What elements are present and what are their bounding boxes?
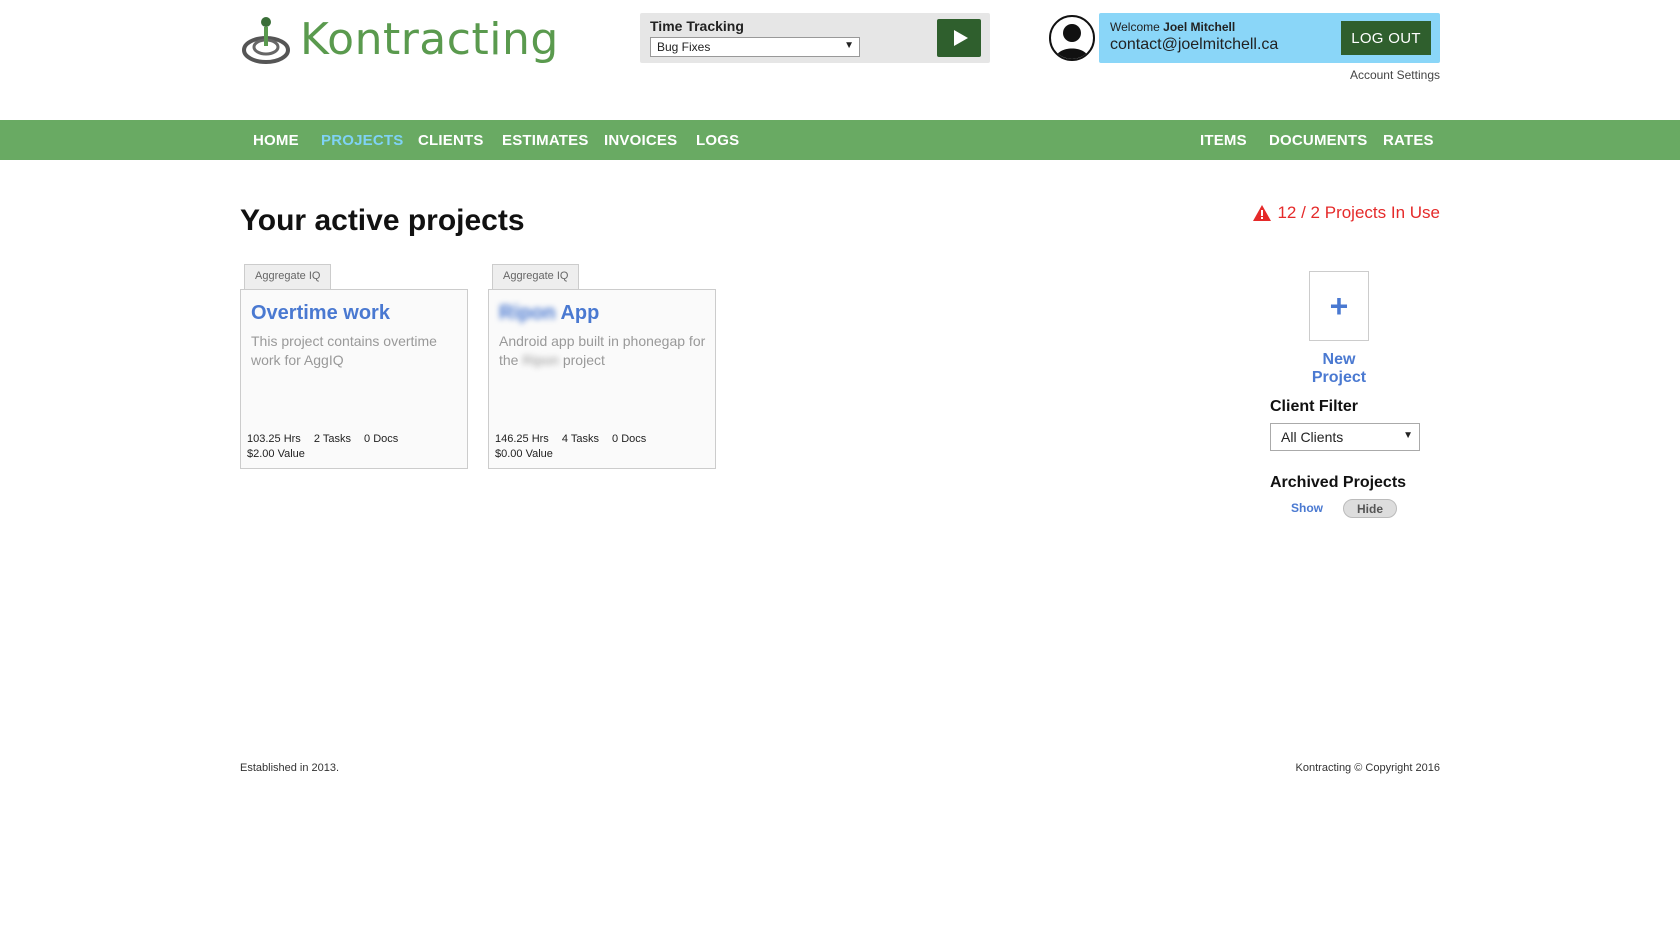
archived-projects-label: Archived Projects bbox=[1270, 474, 1407, 491]
project-title-blurred: Ripon bbox=[499, 302, 556, 324]
project-card-body[interactable]: Ripon App Android app built in phonegap … bbox=[488, 289, 716, 469]
project-description: This project contains overtime work for … bbox=[251, 333, 437, 368]
project-card-body[interactable]: Overtime work This project contains over… bbox=[240, 289, 468, 469]
time-tracking-label: Time Tracking bbox=[650, 18, 744, 34]
page-title: Your active projects bbox=[240, 204, 525, 237]
start-timer-button[interactable] bbox=[937, 19, 981, 57]
client-filter-select[interactable]: All Clients ▼ bbox=[1270, 423, 1420, 451]
project-docs: 0 Docs bbox=[364, 433, 399, 445]
client-filter-label: Client Filter bbox=[1270, 398, 1359, 415]
time-tracking-task-select[interactable]: Bug Fixes ▼ bbox=[650, 37, 860, 57]
chevron-down-icon: ▼ bbox=[1403, 430, 1413, 441]
welcome-text: Welcome Joel Mitchell bbox=[1110, 20, 1236, 34]
logo-text: Kontracting bbox=[300, 14, 559, 65]
project-usage-warning: 12 / 2 Projects In Use bbox=[1253, 203, 1440, 223]
warning-icon bbox=[1253, 205, 1272, 221]
project-hours: 103.25 Hrs bbox=[247, 433, 301, 445]
usage-warning-text: 12 / 2 Projects In Use bbox=[1277, 203, 1440, 222]
time-tracking-task-value: Bug Fixes bbox=[657, 40, 711, 54]
nav-rates[interactable]: RATES bbox=[1383, 132, 1434, 149]
project-card[interactable]: Aggregate IQ Overtime work This project … bbox=[240, 264, 468, 469]
project-client-tab[interactable]: Aggregate IQ bbox=[244, 264, 332, 289]
project-client-tab[interactable]: Aggregate IQ bbox=[492, 264, 580, 289]
project-hours: 146.25 Hrs bbox=[495, 433, 549, 445]
project-tasks: 2 Tasks bbox=[313, 433, 351, 445]
account-settings-link[interactable]: Account Settings bbox=[1350, 68, 1440, 82]
footer-established: Established in 2013. bbox=[240, 762, 340, 774]
time-tracking-panel: Time Tracking Bug Fixes ▼ bbox=[640, 13, 990, 63]
new-project-link[interactable]: New Project bbox=[1299, 351, 1379, 387]
user-name: Joel Mitchell bbox=[1163, 20, 1236, 34]
new-project-button[interactable]: + bbox=[1309, 271, 1369, 341]
project-title[interactable]: Overtime work bbox=[251, 302, 390, 325]
nav-clients[interactable]: CLIENTS bbox=[418, 132, 484, 149]
archived-hide-toggle[interactable]: Hide bbox=[1343, 499, 1397, 518]
nav-documents[interactable]: DOCUMENTS bbox=[1269, 132, 1367, 149]
nav-estimates[interactable]: ESTIMATES bbox=[502, 132, 589, 149]
user-panel: Welcome Joel Mitchell contact@joelmitche… bbox=[1099, 13, 1440, 63]
plus-icon: + bbox=[1329, 288, 1349, 324]
logo-icon bbox=[240, 15, 292, 65]
play-icon bbox=[953, 30, 968, 46]
client-filter-value: All Clients bbox=[1281, 429, 1344, 445]
project-title-rest: App bbox=[560, 302, 600, 324]
logo[interactable]: Kontracting bbox=[240, 14, 559, 65]
footer-copyright: Kontracting © Copyright 2016 bbox=[1295, 762, 1440, 774]
project-title[interactable]: Ripon App bbox=[499, 302, 599, 325]
archived-show-toggle[interactable]: Show bbox=[1291, 501, 1323, 515]
description-blurred: Ripon bbox=[522, 352, 559, 368]
nav-projects[interactable]: PROJECTS bbox=[321, 132, 403, 149]
nav-logs[interactable]: LOGS bbox=[696, 132, 739, 149]
project-stats: 103.25 Hrs 2 Tasks 0 Docs $2.00 Value bbox=[247, 432, 408, 462]
user-email: contact@joelmitchell.ca bbox=[1110, 36, 1279, 53]
project-value: $0.00 Value bbox=[495, 448, 553, 460]
nav-home[interactable]: HOME bbox=[253, 132, 299, 149]
project-value: $2.00 Value bbox=[247, 448, 305, 460]
avatar bbox=[1049, 15, 1095, 61]
nav-invoices[interactable]: INVOICES bbox=[604, 132, 677, 149]
main-nav: HOME PROJECTS CLIENTS ESTIMATES INVOICES… bbox=[0, 120, 1680, 160]
logout-button[interactable]: LOG OUT bbox=[1341, 21, 1431, 55]
chevron-down-icon: ▼ bbox=[844, 40, 854, 51]
project-docs: 0 Docs bbox=[612, 433, 647, 445]
project-card[interactable]: Aggregate IQ Ripon App Android app built… bbox=[488, 264, 716, 469]
project-stats: 146.25 Hrs 4 Tasks 0 Docs $0.00 Value bbox=[495, 432, 656, 462]
nav-items[interactable]: ITEMS bbox=[1200, 132, 1247, 149]
project-tasks: 4 Tasks bbox=[561, 433, 599, 445]
project-description: Android app built in phonegap for the Ri… bbox=[499, 333, 706, 368]
